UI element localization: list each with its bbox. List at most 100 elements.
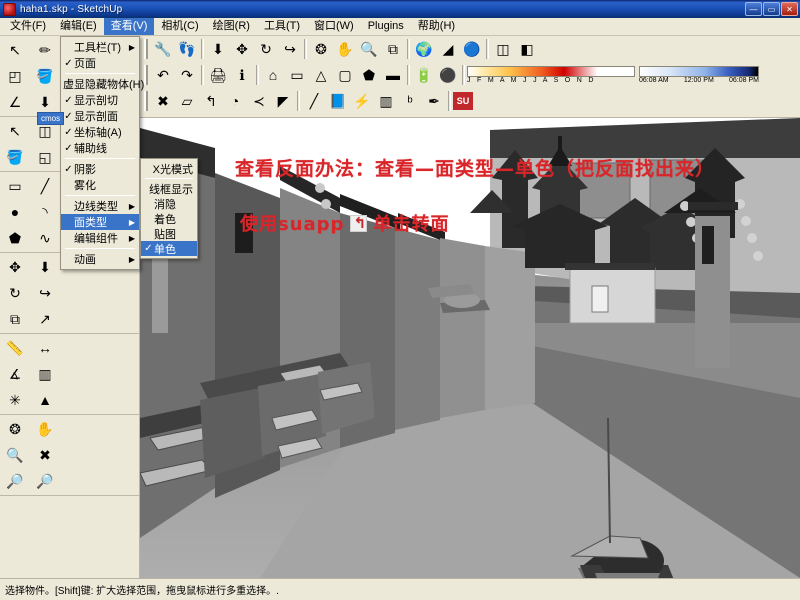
protractor-tool-icon[interactable]: ∡	[0, 361, 30, 387]
dimension-icon[interactable]: ↔	[30, 335, 60, 361]
rotate-tool-icon[interactable]: ↻	[0, 280, 30, 306]
move-icon[interactable]: ✥	[230, 38, 254, 61]
select-tool-icon[interactable]: ↖	[0, 118, 30, 144]
3d-viewport[interactable]: 查看反面办法：查看—面类型—单色（把反面找出来） 使用suapp 单击转面	[140, 118, 800, 578]
pan-icon[interactable]: ✋	[333, 38, 357, 61]
toolbar-grip[interactable]	[144, 65, 148, 85]
menu-item-0[interactable]: 文件(F)	[3, 18, 53, 35]
menu-item-5[interactable]: 工具(T)	[257, 18, 307, 35]
toolbar-grip[interactable]	[144, 39, 148, 59]
tape-measure-icon[interactable]: 📏	[0, 335, 30, 361]
orbit-tool-icon[interactable]: ❂	[309, 38, 333, 61]
walk-icon[interactable]: 👣	[175, 38, 199, 61]
reverse-icon[interactable]: ◤	[271, 90, 295, 113]
paint-bucket-tool-icon[interactable]: 🪣	[0, 144, 30, 170]
protractor-icon[interactable]: ∠	[0, 89, 30, 115]
right-view-icon[interactable]: △	[309, 64, 333, 87]
orbit-icon[interactable]: 🔧	[151, 38, 175, 61]
eraser-tool-icon[interactable]: ◱	[30, 144, 60, 170]
zoom-extents2-icon[interactable]: ✖	[30, 442, 60, 468]
arc-tool-icon[interactable]: ◝	[30, 199, 60, 225]
shadow-date-slider[interactable]: J F M A M J J A S O N D	[467, 65, 635, 85]
view-menu-item-12[interactable]: 边线类型 ▶	[61, 198, 139, 214]
view-menu-item-9[interactable]: ✓ 阴影	[61, 161, 139, 177]
view-menu-item-6[interactable]: ✓ 坐标轴(A)	[61, 124, 139, 140]
left-view-icon[interactable]: ⬟	[357, 64, 381, 87]
pen-icon[interactable]: ✒	[422, 90, 446, 113]
ruler-icon[interactable]: ╱	[302, 90, 326, 113]
shadow-time-slider[interactable]: 06:08 AM 12:00 PM 06:08 PM	[639, 65, 759, 85]
display-section-icon[interactable]: ◧	[515, 38, 539, 61]
print-icon[interactable]: 🖨	[206, 64, 230, 87]
pencil-icon[interactable]: ✏	[30, 37, 60, 63]
top-view-icon[interactable]: ▬	[381, 64, 405, 87]
view-menu-item-16[interactable]: 动画 ▶	[61, 251, 139, 267]
view-menu-item-4[interactable]: ✓ 显示剖切	[61, 92, 139, 108]
paint-bucket-icon[interactable]: 🪣	[30, 63, 60, 89]
menu-item-7[interactable]: Plugins	[361, 18, 411, 35]
polygon-tool-icon[interactable]: ⬟	[0, 225, 30, 251]
menu-item-2[interactable]: 查看(V)	[103, 18, 155, 35]
model-info-icon[interactable]: ℹ	[230, 64, 254, 87]
minimize-button[interactable]: —	[745, 2, 762, 16]
view-menu-item-10[interactable]: 雾化	[61, 177, 139, 193]
front-view-icon[interactable]: ▭	[285, 64, 309, 87]
orbit-tool2-icon[interactable]: ❂	[0, 416, 30, 442]
lightning-icon[interactable]: ⚡	[350, 90, 374, 113]
rectangle-tool-icon[interactable]: ▭	[0, 173, 30, 199]
redo-icon[interactable]: ↷	[175, 64, 199, 87]
pan-tool-icon[interactable]: ✋	[30, 416, 60, 442]
menu-item-4[interactable]: 绘图(R)	[206, 18, 257, 35]
look-around-icon[interactable]: ◢	[436, 38, 460, 61]
line-tool-icon[interactable]: ╱	[30, 173, 60, 199]
back-view-icon[interactable]: ▢	[333, 64, 357, 87]
axes-tool-icon[interactable]: ✳	[0, 387, 30, 413]
freehand-tool-icon[interactable]: ∿	[30, 225, 60, 251]
face-type-item-5[interactable]: 贴图	[141, 226, 197, 241]
circle-tool-icon[interactable]: ●	[0, 199, 30, 225]
face-type-item-3[interactable]: 消隐	[141, 196, 197, 211]
undo-icon[interactable]: ↶	[151, 64, 175, 87]
face-icon[interactable]: ▱	[175, 90, 199, 113]
offset-tool-icon[interactable]: ↗	[30, 306, 60, 332]
section-plane-icon[interactable]: ◫	[491, 38, 515, 61]
shadow-time-gradient[interactable]	[639, 65, 759, 77]
face-type-item-2[interactable]: 线框显示	[141, 181, 197, 196]
axes-icon[interactable]: ✖	[151, 90, 175, 113]
eraser-icon[interactable]: ◰	[0, 63, 30, 89]
toolbar-grip[interactable]	[144, 91, 148, 111]
text-tool-icon[interactable]: ▥	[30, 361, 60, 387]
pushpull-tool-icon[interactable]: ⬇	[30, 254, 60, 280]
3dtext-icon[interactable]: ▲	[30, 387, 60, 413]
walkthrough-icon[interactable]: 🔵	[460, 38, 484, 61]
flip-face-icon[interactable]: ↰	[199, 90, 223, 113]
face-type-submenu[interactable]: X光模式 线框显示 消隐 着色 贴图 ✓ 单色	[140, 158, 198, 259]
view-menu-dropdown[interactable]: 工具栏(T) ▶ ✓ 页面 虚显隐藏物体(H) ✓ 显示剖切 ✓ 显示剖面 ✓ 坐标轴(A) ✓ 辅助线…	[60, 36, 144, 270]
view-menu-item-0[interactable]: 工具栏(T) ▶	[61, 39, 139, 55]
select-arrow-icon[interactable]: ↖	[0, 37, 30, 63]
maximize-button[interactable]: ▭	[763, 2, 780, 16]
followme-tool-icon[interactable]: ↪	[30, 280, 60, 306]
view-menu-item-1[interactable]: ✓ 页面	[61, 55, 139, 71]
menu-item-3[interactable]: 相机(C)	[154, 18, 205, 35]
menu-item-8[interactable]: 帮助(H)	[411, 18, 462, 35]
view-menu-item-13[interactable]: 面类型 ▶	[61, 214, 139, 230]
shadow-toggle-icon[interactable]: ⚫	[436, 64, 460, 87]
zoom-extents-icon[interactable]: ⧉	[381, 38, 405, 61]
menu-item-6[interactable]: 窗口(W)	[307, 18, 361, 35]
view-menu-item-7[interactable]: ✓ 辅助线	[61, 140, 139, 156]
sandbox-icon[interactable]: ◔	[223, 90, 247, 113]
follow-me-icon[interactable]: ↪	[278, 38, 302, 61]
push-pull-icon[interactable]: ⬇	[206, 38, 230, 61]
view-menu-item-5[interactable]: ✓ 显示剖面	[61, 108, 139, 124]
scale-tool-icon[interactable]: ⧉	[0, 306, 30, 332]
close-button[interactable]: ✕	[781, 2, 798, 16]
zoom-icon[interactable]: 🔍	[357, 38, 381, 61]
menu-item-1[interactable]: 编辑(E)	[53, 18, 104, 35]
next-view-icon[interactable]: 🔎	[30, 468, 60, 494]
rotate-icon[interactable]: ↻	[254, 38, 278, 61]
group-icon[interactable]: ᵇ	[398, 90, 422, 113]
face-type-item-0[interactable]: X光模式	[141, 161, 197, 176]
shadow-settings-icon[interactable]: 🔋	[412, 64, 436, 87]
view-menu-item-14[interactable]: 编辑组件 ▶	[61, 230, 139, 246]
